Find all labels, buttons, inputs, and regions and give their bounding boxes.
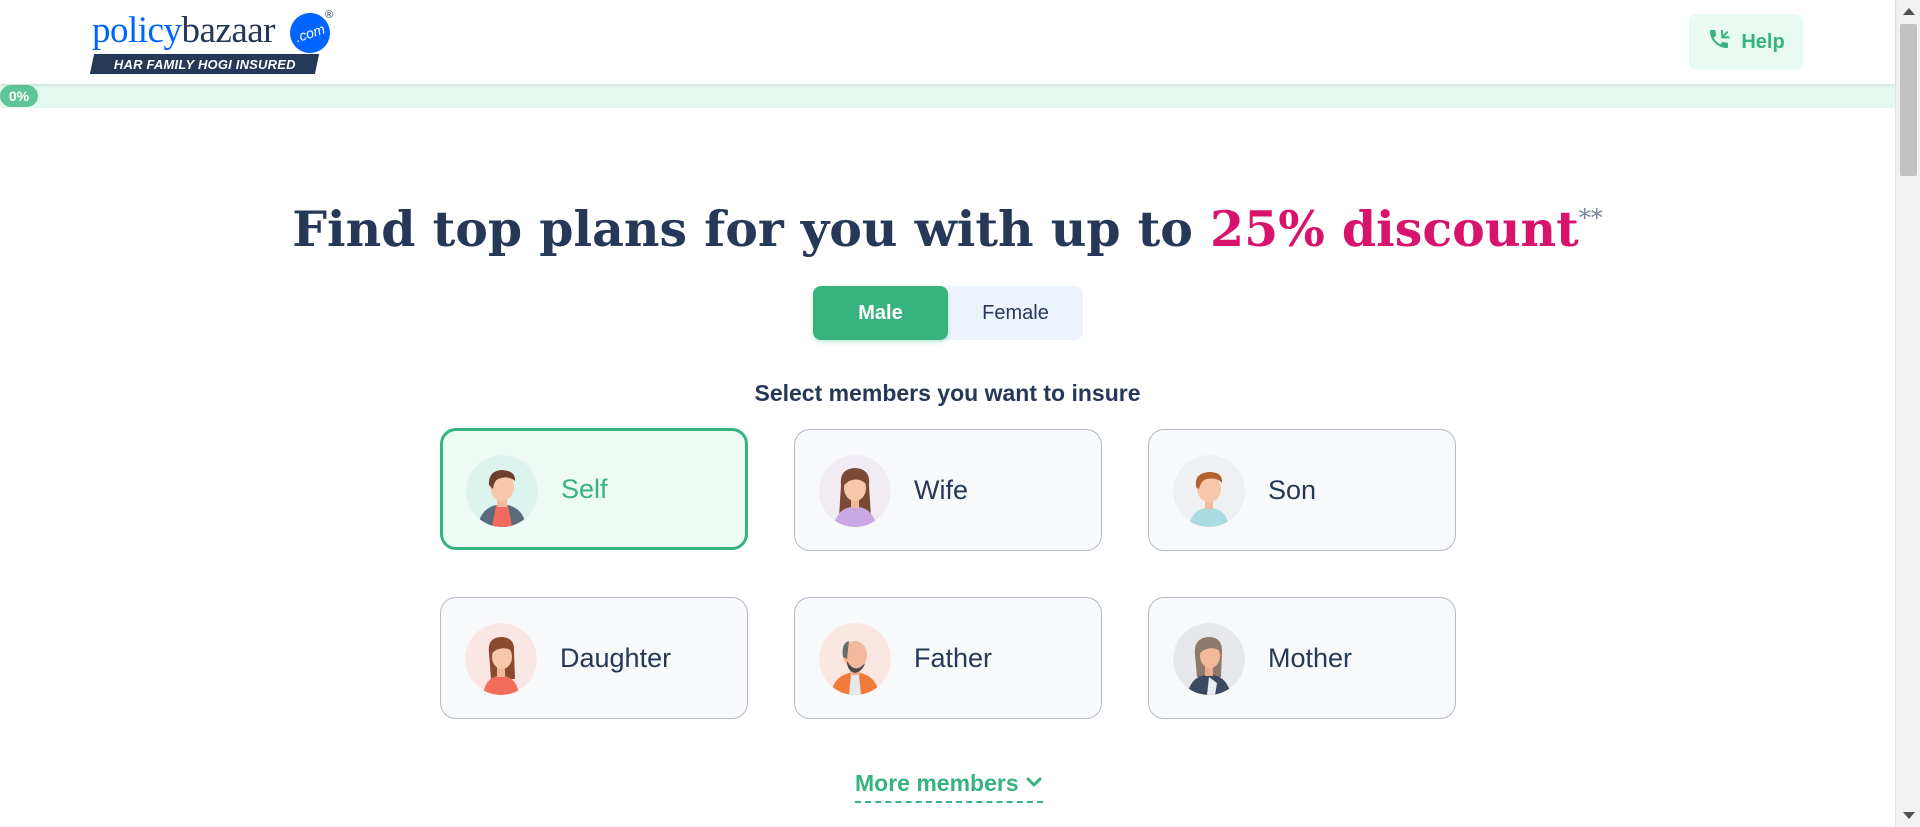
progress-bar: 0% — [0, 84, 1895, 108]
page-title: Find top plans for you with up to 25% di… — [0, 200, 1895, 258]
top-header: policybazaar .com ® HAR FAMILY HOGI INSU… — [0, 0, 1895, 84]
gender-toggle: Male Female — [813, 286, 1083, 340]
son-avatar-icon — [1173, 455, 1245, 527]
page-title-text: Find top plans for you with up to — [292, 200, 1211, 258]
member-card-son[interactable]: Son — [1148, 429, 1456, 551]
mother-avatar-icon — [1173, 623, 1245, 695]
gender-female-button[interactable]: Female — [948, 286, 1083, 340]
help-label: Help — [1741, 30, 1785, 53]
logo-registered-mark: ® — [325, 9, 334, 21]
scroll-thumb[interactable] — [1900, 24, 1917, 176]
member-card-label: Son — [1268, 474, 1317, 505]
wife-avatar-icon — [819, 455, 891, 527]
help-button[interactable]: Help — [1689, 14, 1803, 70]
policybazaar-logo[interactable]: policybazaar .com ® HAR FAMILY HOGI INSU… — [89, 7, 342, 75]
page-scrollbar[interactable] — [1895, 0, 1920, 827]
member-card-father[interactable]: Father — [794, 597, 1102, 719]
logo-tagline: HAR FAMILY HOGI INSURED — [89, 54, 320, 74]
member-card-self[interactable]: Self — [440, 428, 748, 550]
gender-male-button[interactable]: Male — [813, 286, 948, 340]
scroll-up-arrow-icon[interactable] — [1903, 8, 1915, 15]
member-card-label: Mother — [1268, 642, 1353, 673]
discount-footnote-mark: ** — [1578, 204, 1603, 232]
logo-word-bazaar: bazaar — [181, 10, 275, 51]
logo-wordmark: policybazaar — [92, 11, 275, 51]
more-members-label: More members — [855, 770, 1019, 796]
phone-call-icon — [1707, 27, 1731, 57]
member-card-daughter[interactable]: Daughter — [440, 597, 748, 719]
daughter-avatar-icon — [465, 623, 537, 695]
member-card-wife[interactable]: Wife — [794, 429, 1102, 551]
logo-tagline-text: HAR FAMILY HOGI INSURED — [113, 56, 296, 72]
scroll-down-arrow-icon[interactable] — [1903, 812, 1915, 819]
more-members-link[interactable]: More members — [855, 770, 1043, 803]
member-card-mother[interactable]: Mother — [1148, 597, 1456, 719]
self-avatar-icon — [466, 455, 538, 527]
logo-word-policy: policy — [92, 10, 182, 51]
member-card-label: Wife — [914, 474, 968, 505]
chevron-down-icon — [1025, 770, 1043, 797]
member-card-label: Father — [914, 642, 993, 673]
father-avatar-icon — [819, 623, 891, 695]
member-card-label: Self — [561, 473, 608, 504]
members-prompt: Select members you want to insure — [754, 380, 1141, 406]
progress-percent-badge: 0% — [0, 85, 38, 107]
member-card-label: Daughter — [560, 642, 672, 673]
discount-highlight: 25% discount — [1210, 200, 1579, 258]
